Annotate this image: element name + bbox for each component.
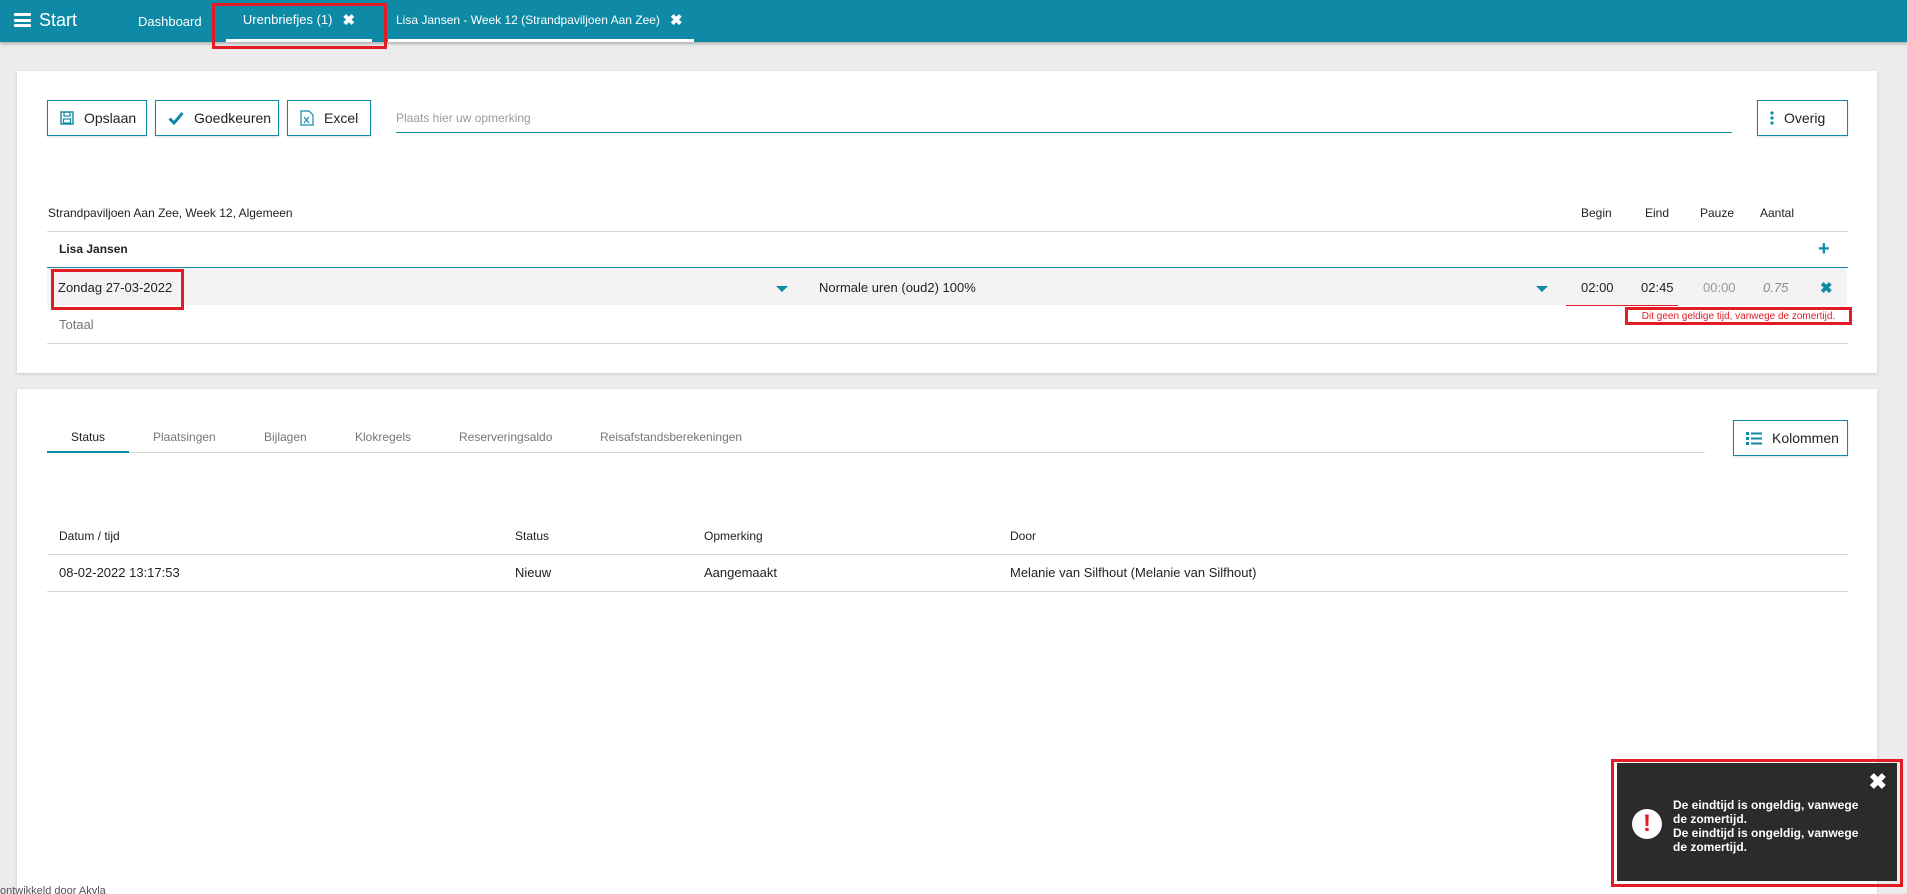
total-label: Totaal: [59, 316, 94, 332]
excel-icon: [300, 110, 314, 126]
employee-name: Lisa Jansen: [59, 242, 128, 256]
menu-icon: [14, 13, 31, 27]
dropdown-arrow-icon[interactable]: [776, 286, 788, 292]
tab-plaatsingen[interactable]: Plaatsingen: [153, 430, 216, 444]
check-icon: [168, 112, 184, 125]
table-cell-by: Melanie van Silfhout (Melanie van Silfho…: [1010, 564, 1257, 580]
more-label: Overig: [1784, 110, 1826, 126]
error-toast: ! De eindtijd is ongeldig, vanwege de zo…: [1617, 763, 1897, 881]
close-icon[interactable]: ✖: [343, 11, 356, 29]
tab-status[interactable]: Status: [71, 430, 105, 444]
more-vertical-icon: [1770, 111, 1774, 125]
top-bar: Start Dashboard Urenbriefjes (1) ✖ Lisa …: [0, 0, 1907, 42]
save-icon: [60, 111, 74, 125]
tab-bijlagen[interactable]: Bijlagen: [264, 430, 307, 444]
error-icon: !: [1632, 809, 1662, 839]
column-amount: Aantal: [1760, 206, 1795, 220]
validation-error: Dit geen geldige tijd, vanwege de zomert…: [1625, 307, 1852, 325]
start-label: Start: [39, 9, 78, 30]
error-underline: [1566, 305, 1678, 306]
excel-button[interactable]: Excel: [287, 100, 371, 136]
tab-urenbriefjes-label: Urenbriefjes (1): [242, 12, 333, 27]
divider: [47, 231, 1848, 232]
tab-dashboard-label: Dashboard: [138, 13, 202, 29]
column-header-by: Door: [1010, 529, 1037, 543]
validation-error-text: Dit geen geldige tijd, vanwege de zomert…: [1641, 310, 1836, 322]
close-icon[interactable]: ✖: [670, 11, 683, 29]
list-icon: [1746, 431, 1762, 445]
tab-reserveringsaldo[interactable]: Reserveringsaldo: [459, 430, 552, 444]
table-cell-date: 08-02-2022 13:17:53: [59, 564, 180, 580]
tab-klokregels[interactable]: Klokregels: [355, 430, 411, 444]
tab-lisa-jansen[interactable]: Lisa Jansen - Week 12 (Strandpaviljoen A…: [388, 0, 694, 42]
delete-row-icon[interactable]: ✖: [1820, 279, 1833, 297]
divider: [47, 591, 1848, 592]
divider: [47, 554, 1848, 555]
dropdown-arrow-icon[interactable]: [1536, 286, 1548, 292]
column-header-status: Status: [515, 529, 550, 543]
begin-time-input[interactable]: 02:00: [1581, 278, 1614, 296]
divider: [47, 343, 1848, 344]
tabs-divider: [47, 452, 1705, 453]
more-button[interactable]: Overig: [1757, 100, 1848, 136]
date-select[interactable]: Zondag 27-03-2022: [58, 278, 172, 296]
hour-type-select[interactable]: Normale uren (oud2) 100%: [819, 278, 976, 296]
save-label: Opslaan: [84, 110, 137, 126]
column-pause: Pauze: [1700, 206, 1735, 220]
details-panel: [17, 389, 1877, 894]
tab-urenbriefjes[interactable]: Urenbriefjes (1) ✖: [226, 0, 372, 42]
excel-label: Excel: [324, 110, 359, 126]
approve-button[interactable]: Goedkeuren: [155, 100, 279, 136]
start-menu[interactable]: Start: [14, 9, 77, 31]
column-end: Eind: [1645, 206, 1670, 220]
tab-lisa-jansen-label: Lisa Jansen - Week 12 (Strandpaviljoen A…: [396, 12, 660, 27]
footer-credit: ontwikkeld door Akyla: [0, 885, 106, 894]
columns-label: Kolommen: [1772, 430, 1839, 446]
toast-message: De eindtijd is ongeldig, vanwege de zome…: [1673, 798, 1873, 854]
tab-reisafstandsberekeningen[interactable]: Reisafstandsberekeningen: [600, 430, 742, 444]
save-button[interactable]: Opslaan: [47, 100, 147, 136]
amount-value: 0.75: [1763, 279, 1789, 295]
pause-input[interactable]: 00:00: [1703, 278, 1736, 296]
column-header-remark: Opmerking: [704, 529, 763, 543]
tab-dashboard[interactable]: Dashboard: [138, 0, 202, 42]
table-cell-status: Nieuw: [515, 564, 552, 580]
timesheet-title: Strandpaviljoen Aan Zee, Week 12, Algeme…: [48, 206, 293, 220]
end-time-input[interactable]: 02:45: [1641, 278, 1674, 296]
remark-placeholder: Plaats hier uw opmerking: [396, 110, 531, 125]
active-tab-indicator: [47, 451, 129, 453]
add-icon[interactable]: +: [1818, 238, 1830, 261]
toast-line: De eindtijd is ongeldig, vanwege de zome…: [1673, 826, 1859, 854]
approve-label: Goedkeuren: [194, 110, 272, 126]
table-cell-remark: Aangemaakt: [704, 564, 777, 580]
close-icon[interactable]: ✖: [1869, 769, 1887, 795]
toast-line: De eindtijd is ongeldig, vanwege de zome…: [1673, 798, 1859, 826]
columns-button[interactable]: Kolommen: [1733, 420, 1848, 456]
column-header-date: Datum / tijd: [59, 529, 120, 543]
column-begin: Begin: [1581, 206, 1612, 220]
remark-input[interactable]: Plaats hier uw opmerking: [396, 103, 1732, 133]
